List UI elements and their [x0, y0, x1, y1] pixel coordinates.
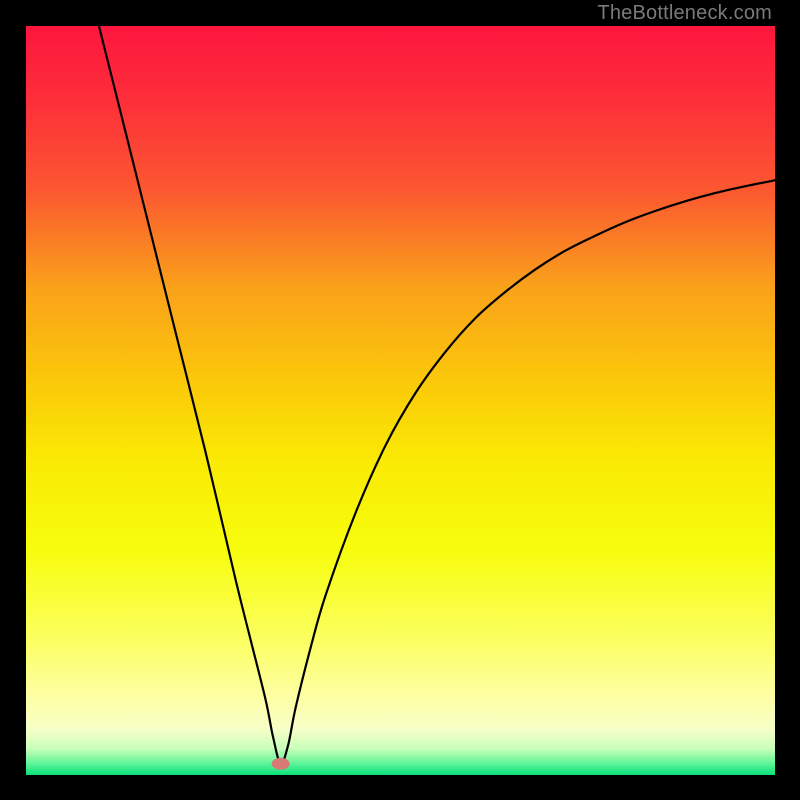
frame-border-right — [775, 0, 800, 800]
minimum-marker — [272, 758, 290, 770]
chart-background-gradient — [26, 26, 775, 775]
frame-border-left — [0, 0, 26, 800]
chart-svg — [26, 26, 775, 775]
frame-border-bottom — [0, 775, 800, 800]
bottleneck-chart — [26, 26, 775, 775]
attribution-watermark: TheBottleneck.com — [597, 2, 772, 25]
